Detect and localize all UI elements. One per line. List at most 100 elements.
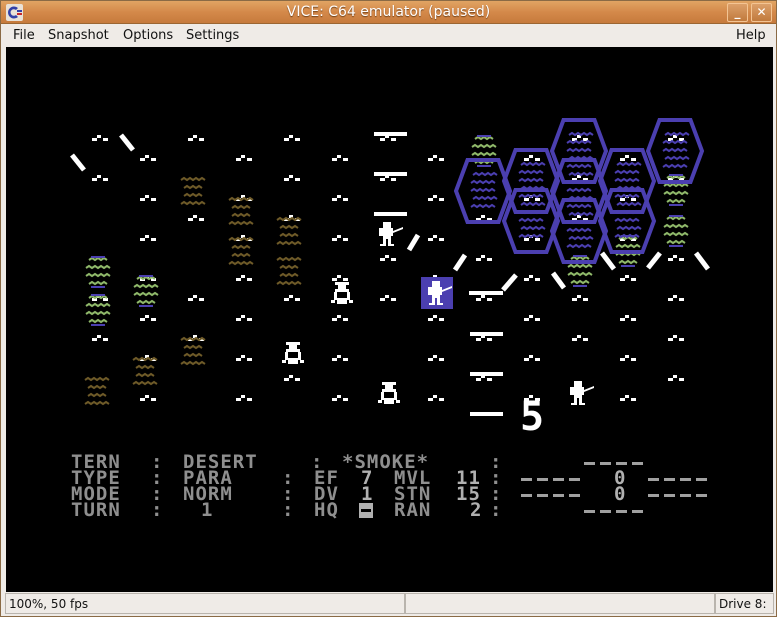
hud-sep: : <box>282 499 295 521</box>
score-dash <box>616 510 627 513</box>
score-dash <box>680 478 691 481</box>
menu-settings[interactable]: Settings <box>186 28 239 43</box>
game-map <box>70 118 710 416</box>
desert-dot <box>572 295 588 301</box>
rough-terrain <box>132 356 158 386</box>
desert-dot <box>668 295 684 301</box>
desert-dot <box>620 155 636 161</box>
desert-dot <box>572 135 588 141</box>
desert-dot <box>332 195 348 201</box>
tank-unit <box>282 342 304 364</box>
selected-rifleman-unit[interactable] <box>421 277 453 309</box>
desert-dot <box>572 335 588 341</box>
desert-dot <box>620 315 636 321</box>
score-dash <box>696 478 707 481</box>
desert-dot <box>332 275 348 281</box>
desert-dot <box>524 355 540 361</box>
score-dash <box>569 478 580 481</box>
desert-dot <box>92 335 108 341</box>
road <box>550 271 567 290</box>
tank-unit <box>378 382 400 404</box>
rough-terrain <box>180 336 206 366</box>
desert-dot <box>92 135 108 141</box>
status-bar: 100%, 50 fps Drive 8: <box>5 593 774 614</box>
ridge-bar <box>374 132 407 136</box>
menu-options[interactable]: Options <box>123 28 173 43</box>
road <box>600 251 616 271</box>
desert-dot <box>140 395 156 401</box>
score-dash <box>632 462 643 465</box>
score-dash <box>537 478 548 481</box>
minimize-button[interactable]: _ <box>727 3 748 22</box>
desert-dot <box>428 235 444 241</box>
desert-dot <box>284 175 300 181</box>
desert-dot <box>524 315 540 321</box>
oasis <box>663 215 689 245</box>
road <box>119 133 135 152</box>
desert-dot <box>188 215 204 221</box>
desert-dot <box>476 255 492 261</box>
desert-dot <box>332 355 348 361</box>
hud-hq-label: HQ <box>314 499 339 521</box>
menu-snapshot[interactable]: Snapshot <box>48 28 109 43</box>
water-waves <box>614 201 642 239</box>
ridge-bar <box>470 372 503 376</box>
desert-dot <box>140 195 156 201</box>
ridge-bar <box>374 172 407 176</box>
drive-status[interactable]: Drive 8: <box>715 593 774 614</box>
score-dash <box>537 494 548 497</box>
big-number-5: 5 <box>520 394 545 440</box>
score-dash <box>569 494 580 497</box>
rifleman-unit <box>379 222 403 246</box>
score-dash <box>521 494 532 497</box>
desert-dot <box>476 295 492 301</box>
score-dash <box>553 494 564 497</box>
desert-dot <box>332 315 348 321</box>
menu-help[interactable]: Help <box>736 28 766 43</box>
c64-screen[interactable]: 5 TERN TYPE MODE TURN : : : : DESERT PAR… <box>6 47 773 592</box>
score-right: 0 <box>614 483 627 505</box>
title-bar[interactable]: VICE: C64 emulator (paused) _ ✕ <box>1 1 776 24</box>
desert-dot <box>284 295 300 301</box>
rough-terrain <box>276 216 302 246</box>
hud-label-turn: TURN <box>71 499 121 521</box>
score-dash <box>584 510 595 513</box>
desert-dot <box>668 135 684 141</box>
score-dash <box>648 478 659 481</box>
hud-ran-value: 2 <box>470 499 483 521</box>
score-dash <box>521 478 532 481</box>
water-waves <box>662 131 690 169</box>
road <box>501 273 518 292</box>
desert-dot <box>428 315 444 321</box>
score-dash <box>664 494 675 497</box>
close-button[interactable]: ✕ <box>751 3 772 22</box>
desert-dot <box>188 135 204 141</box>
desert-dot <box>620 275 636 281</box>
desert-dot <box>620 355 636 361</box>
ridge-bar <box>374 212 407 216</box>
desert-dot <box>668 375 684 381</box>
menu-bar: File Snapshot Options Settings Help <box>1 24 776 47</box>
rough-terrain <box>84 376 110 406</box>
score-dash <box>648 494 659 497</box>
desert-dot <box>524 155 540 161</box>
score-dash <box>632 510 643 513</box>
desert-dot <box>668 255 684 261</box>
hud-hq-indicator <box>359 503 373 518</box>
rough-terrain <box>276 256 302 286</box>
oasis <box>663 174 689 204</box>
desert-dot <box>332 395 348 401</box>
desert-dot <box>380 255 396 261</box>
desert-dot <box>380 295 396 301</box>
desert-dot <box>428 155 444 161</box>
road <box>452 253 468 272</box>
desert-dot <box>236 275 252 281</box>
road <box>694 251 710 271</box>
desert-dot <box>236 315 252 321</box>
road <box>70 153 86 172</box>
ridge-bar <box>470 332 503 336</box>
hud-sep: : <box>490 499 503 521</box>
road <box>646 251 662 270</box>
menu-file[interactable]: File <box>13 28 35 43</box>
hud-sep: : <box>151 499 164 521</box>
